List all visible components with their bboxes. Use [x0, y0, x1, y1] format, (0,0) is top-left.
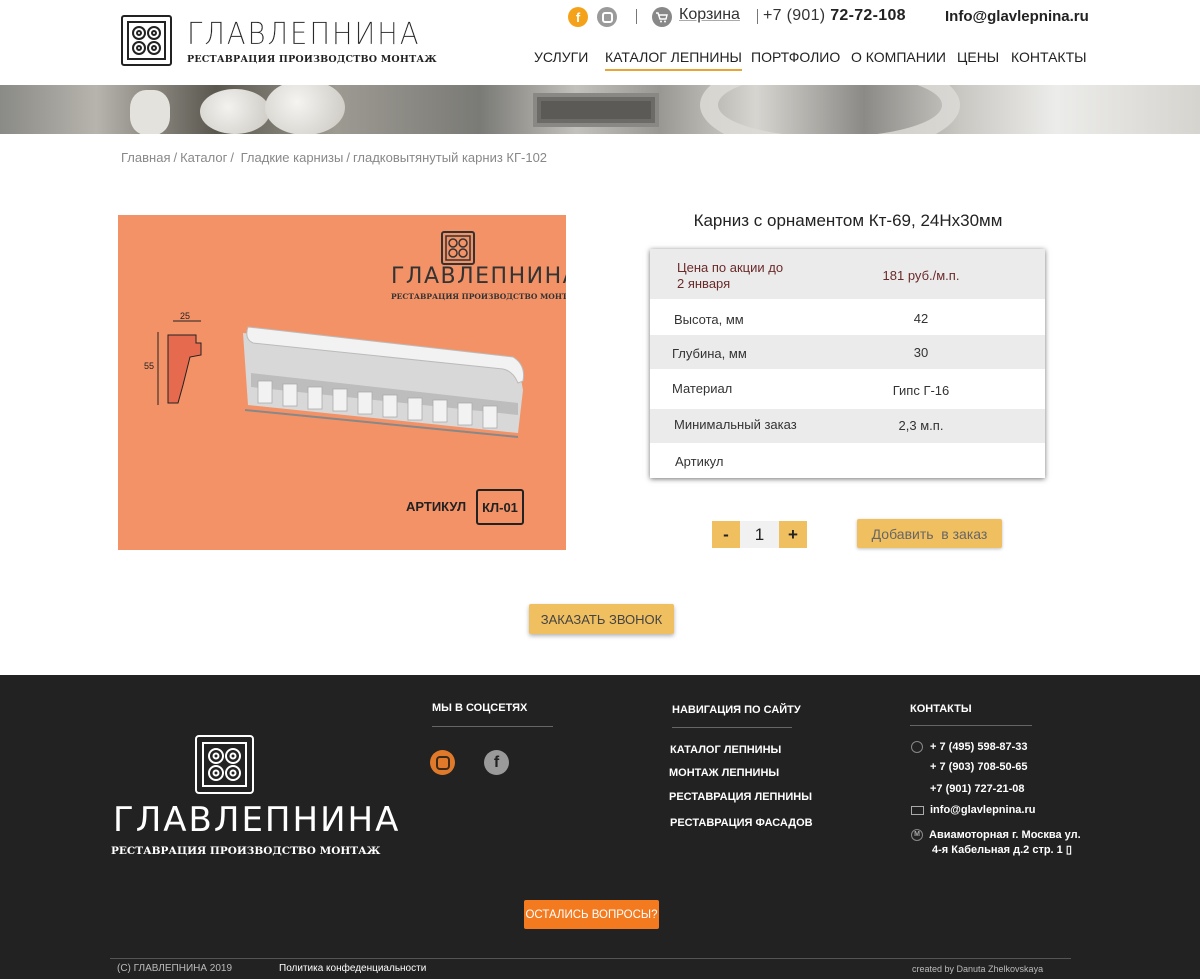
- spec-row-material: Материал Гипс Г-16: [650, 369, 1045, 409]
- nav-portfolio[interactable]: ПОРТФОЛИО: [751, 49, 840, 65]
- breadcrumb-home[interactable]: Главная: [121, 150, 170, 165]
- product-title: Карниз с орнаментом Кт-69, 24Hx30мм: [693, 211, 1003, 230]
- header-phone[interactable]: +7 (901) 72-72-108: [763, 7, 906, 25]
- site-logo[interactable]: ГЛАВЛЕПНИНА РЕСТАВРАЦИЯ ПРОИЗВОДСТВО МОН…: [121, 15, 437, 67]
- footer-logo-name: ГЛАВЛЕПНИНА: [113, 800, 401, 840]
- spec-value: Гипс Г-16: [892, 383, 950, 398]
- cart-link[interactable]: Корзина: [679, 6, 740, 24]
- spec-value: 181 руб./м.п.: [882, 268, 960, 283]
- breadcrumb-current: гладковытянутый карниз КГ-102: [352, 150, 548, 165]
- footer-contacts-heading: КОНТАКТЫ: [910, 703, 972, 715]
- cart-icon[interactable]: [652, 7, 672, 27]
- footer-phone-3[interactable]: +7 (901) 727-21-08: [930, 783, 1024, 795]
- footer-credit[interactable]: created by Danuta Zhelkovskaya: [912, 964, 1043, 974]
- facebook-glyph: f: [575, 9, 581, 25]
- spec-row-depth: Глубина, мм 30: [650, 335, 1045, 369]
- footer-instagram-icon[interactable]: [430, 750, 455, 775]
- footer-phone-1[interactable]: + 7 (495) 598-87-33: [930, 741, 1028, 753]
- quantity-input[interactable]: [740, 521, 779, 548]
- spec-value: 2,3 м.п.: [898, 418, 944, 433]
- dim-height-label: 55: [144, 361, 155, 371]
- spec-table: Цена по акции до 2 января 181 руб./м.п. В…: [650, 249, 1045, 478]
- spec-key: Минимальный заказ: [674, 417, 797, 432]
- spec-row-height: Высота, мм 42: [650, 299, 1045, 335]
- footer-nav-heading: НАВИГАЦИЯ ПО САЙТУ: [672, 704, 801, 716]
- product-article-label: АРТИКУЛ: [406, 499, 467, 514]
- phone-main: 72-72-108: [830, 7, 906, 24]
- spec-key: Материал: [672, 381, 733, 396]
- nav-catalog[interactable]: КАТАЛОГ ЛЕПНИНЫ: [605, 49, 742, 71]
- logo-tagline: РЕСТАВРАЦИЯ ПРОИЗВОДСТВО МОНТАЖ: [187, 54, 437, 65]
- phone-icon: [911, 741, 923, 753]
- spec-row-price: Цена по акции до 2 января 181 руб./м.п.: [650, 249, 1045, 299]
- dim-width-label: 25: [180, 311, 191, 321]
- header-divider: [757, 9, 758, 24]
- logo-name: ГЛАВЛЕПНИНА: [187, 17, 421, 52]
- header-banner: [0, 85, 1200, 134]
- spec-key: Артикул: [675, 454, 724, 469]
- breadcrumb-catalog[interactable]: Каталог: [180, 150, 227, 165]
- metro-icon: М: [911, 829, 923, 841]
- footer-divider: [432, 726, 553, 727]
- nav-prices[interactable]: ЦЕНЫ: [957, 49, 999, 65]
- mail-icon: [911, 806, 924, 815]
- footer-address-line1: Авиамоторная г. Москва ул.: [929, 829, 1081, 841]
- spec-row-min-order: Минимальный заказ 2,3 м.п.: [650, 409, 1045, 443]
- footer-social-heading: МЫ В СОЦСЕТЯХ: [432, 702, 528, 714]
- footer-logo-emblem-icon: [195, 735, 254, 794]
- quantity-increase-button[interactable]: +: [779, 521, 807, 548]
- footer-privacy-link[interactable]: Политика конфеденциальности: [279, 963, 426, 974]
- phone-prefix: +7 (901): [763, 7, 826, 24]
- footer-link-catalog[interactable]: КАТАЛОГ ЛЕПНИНЫ: [670, 744, 781, 756]
- nav-services[interactable]: УСЛУГИ: [534, 49, 588, 65]
- spec-value: 42: [913, 311, 929, 326]
- spec-row-article: Артикул: [650, 443, 1045, 478]
- instagram-icon[interactable]: [597, 7, 617, 27]
- footer-email[interactable]: info@glavlepnina.ru: [930, 804, 1035, 816]
- logo-emblem-icon: [121, 15, 172, 66]
- questions-button[interactable]: ОСТАЛИСЬ ВОПРОСЫ?: [524, 900, 659, 929]
- footer-facebook-icon[interactable]: f: [484, 750, 509, 775]
- quantity-decrease-button[interactable]: -: [712, 521, 740, 548]
- footer-address-line2: 4-я Кабельная д.2 стр. 1 ▯: [932, 844, 1072, 856]
- footer-copyright: (C) ГЛАВЛЕПНИНА 2019: [117, 963, 233, 974]
- footer-bottom-divider: [110, 958, 1071, 959]
- header-email[interactable]: Info@glavlepnina.ru: [945, 8, 1089, 25]
- footer-phone-2[interactable]: + 7 (903) 708-50-65: [930, 761, 1028, 773]
- footer-link-restoration[interactable]: РЕСТАВРАЦИЯ ЛЕПНИНЫ: [669, 791, 812, 803]
- footer-divider: [910, 725, 1032, 726]
- nav-about[interactable]: О КОМПАНИИ: [851, 49, 946, 65]
- facebook-glyph: f: [493, 753, 500, 771]
- footer-divider: [672, 727, 792, 728]
- spec-key: Цена по акции до 2 января: [677, 260, 784, 291]
- footer-link-installation[interactable]: МОНТАЖ ЛЕПНИНЫ: [669, 767, 779, 779]
- add-to-order-button[interactable]: Добавить в заказ: [857, 519, 1002, 548]
- facebook-icon[interactable]: f: [568, 7, 588, 27]
- spec-value: 30: [913, 345, 929, 360]
- footer-logo-tagline: РЕСТАВРАЦИЯ ПРОИЗВОДСТВО МОНТАЖ: [111, 845, 381, 857]
- header-divider: [636, 9, 637, 24]
- product-image[interactable]: ГЛАВЛЕПНИНА РЕСТАВРАЦИЯ ПРОИЗВОДСТВО МОН…: [118, 215, 566, 550]
- order-call-button[interactable]: ЗАКАЗАТЬ ЗВОНОК: [529, 604, 674, 634]
- breadcrumb: Главная / Каталог / Гладкие карнизы / гладков…: [121, 150, 548, 165]
- breadcrumb-category[interactable]: Гладкие карнизы: [241, 150, 344, 165]
- product-article-code: КЛ-01: [476, 489, 524, 525]
- spec-key: Глубина, мм: [672, 346, 747, 361]
- spec-key: Высота, мм: [674, 312, 744, 327]
- nav-contacts[interactable]: КОНТАКТЫ: [1011, 49, 1087, 65]
- footer-link-facades[interactable]: РЕСТАВРАЦИЯ ФАСАДОВ: [670, 817, 813, 829]
